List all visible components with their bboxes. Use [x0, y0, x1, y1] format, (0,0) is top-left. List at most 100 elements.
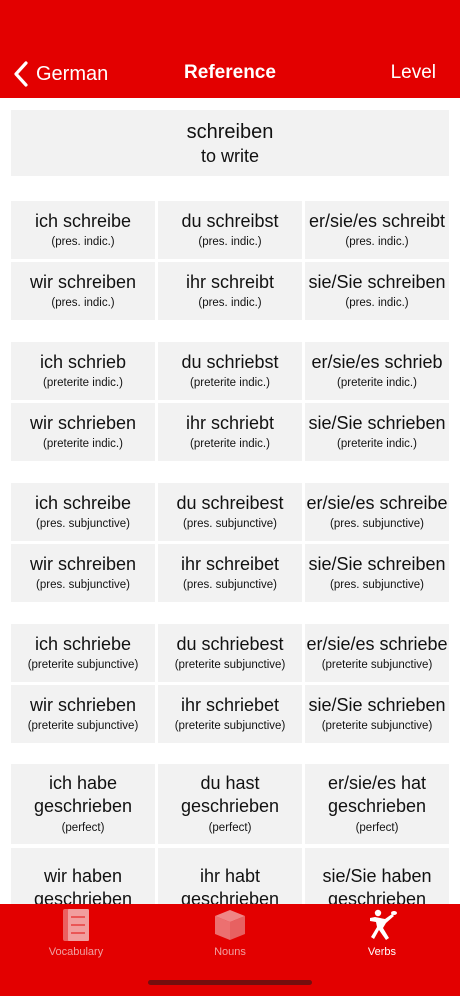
conjugation-form: ihr habt geschrieben [180, 866, 280, 904]
home-indicator [148, 980, 312, 985]
conjugation-cell[interactable]: ihr schriebet (preterite subjunctive) [158, 685, 302, 743]
tense-label: (preterite indic.) [190, 438, 270, 450]
tense-label: (perfect) [208, 822, 252, 834]
conjugation-cell[interactable]: du hast geschrieben (perfect) [158, 764, 302, 844]
tense-label: (preterite indic.) [337, 377, 417, 389]
tense-label: (pres. indic.) [51, 297, 115, 309]
conjugation-cell[interactable]: wir schrieben (preterite indic.) [11, 403, 155, 461]
conjugation-cell[interactable]: ich schrieb (preterite indic.) [11, 342, 155, 400]
conjugation-form: du schreibst [181, 211, 279, 231]
conjugation-form: er/sie/es schriebe [306, 634, 448, 654]
conjugation-form: er/sie/es schreibt [308, 211, 446, 231]
conjugation-form: sie/Sie schreiben [308, 554, 446, 574]
conjugation-form: ich schreibe [34, 211, 132, 231]
conjugation-form: ich schreibe [34, 493, 132, 513]
tense-label: (preterite subjunctive) [321, 720, 433, 732]
tense-label: (pres. indic.) [345, 297, 409, 309]
tense-label: (pres. indic.) [198, 236, 262, 248]
conjugation-cell[interactable]: ihr schriebt (preterite indic.) [158, 403, 302, 461]
level-button[interactable]: Level [391, 62, 436, 84]
tab-vocabulary[interactable]: Vocabulary [16, 908, 136, 958]
conjugation-cell[interactable]: sie/Sie schreiben (pres. subjunctive) [305, 544, 449, 602]
tab-nouns[interactable]: Nouns [170, 908, 290, 958]
conjugation-cell[interactable]: ich schriebe (preterite subjunctive) [11, 624, 155, 682]
conjugation-cell[interactable]: wir schreiben (pres. subjunctive) [11, 544, 155, 602]
conjugation-cell[interactable]: sie/Sie schrieben (preterite indic.) [305, 403, 449, 461]
conjugation-cell[interactable]: sie/Sie schreiben (pres. indic.) [305, 262, 449, 320]
tense-label: (pres. subjunctive) [330, 518, 424, 530]
conjugation-form: er/sie/es hat geschrieben [327, 773, 427, 816]
conjugation-cell[interactable]: er/sie/es schreibt (pres. indic.) [305, 201, 449, 259]
conjugation-cell[interactable]: wir schreiben (pres. indic.) [11, 262, 155, 320]
conjugation-cell[interactable]: wir schrieben (preterite subjunctive) [11, 685, 155, 743]
conjugation-form: ich schriebe [34, 634, 132, 654]
conjugation-cell[interactable]: er/sie/es schreibe (pres. subjunctive) [305, 483, 449, 541]
conjugation-cell[interactable]: sie/Sie haben geschrieben [305, 848, 449, 904]
conjugation-form: ihr schriebt [185, 413, 275, 433]
conjugation-form: wir haben geschrieben [33, 866, 133, 904]
conjugation-cell[interactable]: ihr habt geschrieben [158, 848, 302, 904]
conjugation-form: ihr schreibet [180, 554, 280, 574]
conjugation-form: sie/Sie schrieben [308, 413, 446, 433]
conjugation-cell[interactable]: sie/Sie schrieben (preterite subjunctive) [305, 685, 449, 743]
conjugation-form: er/sie/es schreibe [306, 493, 448, 513]
tense-label: (pres. subjunctive) [183, 579, 277, 591]
tense-label: (pres. indic.) [345, 236, 409, 248]
conjugation-form: du schriebest [176, 634, 284, 654]
tense-label: (pres. subjunctive) [36, 579, 130, 591]
tense-label: (preterite indic.) [43, 377, 123, 389]
conjugation-cell[interactable]: du schreibest (pres. subjunctive) [158, 483, 302, 541]
tense-label: (pres. subjunctive) [330, 579, 424, 591]
verb-translation: to write [200, 146, 260, 166]
conjugation-form: sie/Sie schrieben [308, 695, 446, 715]
conjugation-cell[interactable]: er/sie/es hat geschrieben (perfect) [305, 764, 449, 844]
tense-label: (preterite subjunctive) [174, 720, 286, 732]
tense-label: (preterite indic.) [43, 438, 123, 450]
conjugation-form: du schriebst [181, 352, 279, 372]
tense-label: (pres. indic.) [51, 236, 115, 248]
conjugation-cell[interactable]: wir haben geschrieben [11, 848, 155, 904]
box-icon [215, 910, 245, 940]
tab-vocabulary-label: Vocabulary [48, 946, 104, 958]
tab-nouns-label: Nouns [214, 946, 246, 958]
tense-label: (preterite subjunctive) [27, 659, 139, 671]
verb-header: schreiben to write [11, 110, 449, 176]
tense-label: (pres. subjunctive) [36, 518, 130, 530]
conjugation-table[interactable]: schreiben to write ich schreibe (pres. in… [0, 98, 460, 904]
tense-label: (pres. indic.) [198, 297, 262, 309]
conjugation-cell[interactable]: ich schreibe (pres. subjunctive) [11, 483, 155, 541]
tense-label: (preterite indic.) [190, 377, 270, 389]
tense-label: (pres. subjunctive) [183, 518, 277, 530]
vocabulary-card-icon [63, 909, 89, 941]
conjugation-form: ihr schriebet [180, 695, 280, 715]
verb-infinitive: schreiben [186, 121, 274, 143]
conjugation-cell[interactable]: er/sie/es schriebe (preterite subjunctive… [305, 624, 449, 682]
conjugation-form: sie/Sie haben geschrieben [322, 866, 432, 904]
conjugation-cell[interactable]: ich schreibe (pres. indic.) [11, 201, 155, 259]
conjugation-cell[interactable]: ihr schreibt (pres. indic.) [158, 262, 302, 320]
conjugation-cell[interactable]: ihr schreibet (pres. subjunctive) [158, 544, 302, 602]
conjugation-form: wir schreiben [29, 554, 137, 574]
tense-label: (preterite subjunctive) [27, 720, 139, 732]
tab-verbs[interactable]: Verbs [322, 908, 442, 958]
conjugation-form: ich habe geschrieben [33, 773, 133, 816]
conjugation-cell[interactable]: du schriebst (preterite indic.) [158, 342, 302, 400]
tab-verbs-label: Verbs [367, 946, 397, 958]
conjugation-form: du hast geschrieben [180, 773, 280, 816]
navigation-bar: German Reference Level [0, 0, 460, 98]
discus-thrower-icon [370, 909, 397, 940]
conjugation-cell[interactable]: du schriebest (preterite subjunctive) [158, 624, 302, 682]
conjugation-form: wir schrieben [29, 695, 137, 715]
tense-label: (perfect) [61, 822, 105, 834]
conjugation-form: er/sie/es schrieb [311, 352, 443, 372]
tense-label: (preterite subjunctive) [321, 659, 433, 671]
conjugation-form: wir schrieben [29, 413, 137, 433]
conjugation-form: ihr schreibt [185, 272, 275, 292]
conjugation-cell[interactable]: er/sie/es schrieb (preterite indic.) [305, 342, 449, 400]
conjugation-cell[interactable]: du schreibst (pres. indic.) [158, 201, 302, 259]
conjugation-cell[interactable]: ich habe geschrieben (perfect) [11, 764, 155, 844]
conjugation-form: ich schrieb [39, 352, 127, 372]
conjugation-form: wir schreiben [29, 272, 137, 292]
conjugation-form: sie/Sie schreiben [308, 272, 446, 292]
tense-label: (preterite subjunctive) [174, 659, 286, 671]
